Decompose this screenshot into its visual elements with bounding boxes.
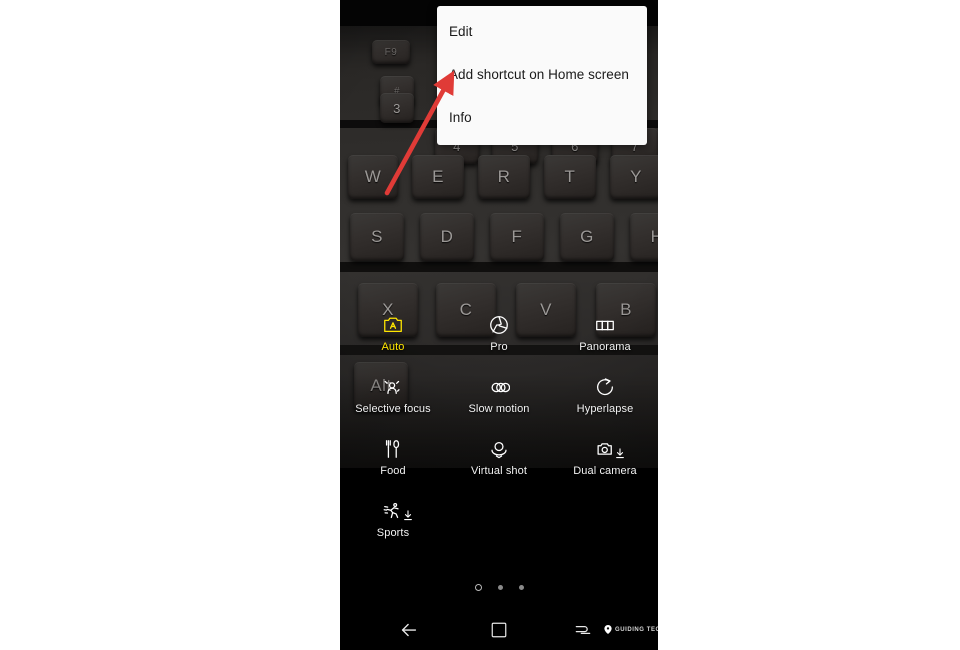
sports-icon-wrap: [382, 498, 412, 524]
camera-mode-label: Auto: [381, 341, 405, 353]
camera-mode-row: Auto Pro Panorama: [340, 300, 658, 362]
keyboard-key: F: [490, 213, 544, 261]
camera-mode-auto[interactable]: Auto: [340, 300, 446, 362]
camera-mode-label: Selective focus: [355, 403, 431, 415]
camera-mode-row: Selective focus Slow motion Hyperlapse: [340, 362, 658, 424]
virtual-shot-icon-wrap: [488, 436, 510, 462]
camera-mode-dual-camera[interactable]: Dual camera: [552, 424, 658, 486]
panorama-icon: [596, 320, 614, 331]
keyboard-key: T: [544, 155, 596, 199]
food-icon-wrap: [382, 436, 404, 462]
camera-mode-label: Hyperlapse: [576, 403, 634, 415]
slow-motion-icon-wrap: [488, 374, 510, 400]
selective-focus-icon: [384, 380, 400, 395]
phone-screen: F9 #3 4 5 6 7 W E R T Y S D F G H X C V B Alt Auto Pro Panoram…: [340, 0, 658, 650]
pagination-dot[interactable]: [518, 585, 524, 590]
hyperlapse-icon: [597, 378, 613, 396]
sports-icon: [383, 503, 399, 519]
guiding-tech-watermark: GUIDING TECH: [604, 625, 658, 634]
camera-mode-row: Sports: [340, 486, 658, 548]
keyboard-key: R: [478, 155, 530, 199]
keyboard-key: G: [560, 213, 614, 261]
camera-mode-label: Food: [380, 465, 406, 477]
pagination-dot[interactable]: [497, 585, 503, 590]
keyboard-key: W: [348, 155, 398, 199]
camera-mode-panorama[interactable]: Panorama: [552, 300, 658, 362]
menu-item-info[interactable]: Info: [437, 96, 647, 139]
camera-mode-label: Pro: [490, 341, 508, 353]
menu-item-edit[interactable]: Edit: [437, 10, 647, 53]
back-icon[interactable]: [396, 617, 422, 643]
download-icon: [404, 510, 412, 521]
camera-mode-slow-motion[interactable]: Slow motion: [446, 362, 552, 424]
food-icon: [385, 440, 400, 458]
slow-motion-icon: [491, 382, 510, 393]
keyboard-key: F9: [372, 40, 410, 64]
menu-item-add-shortcut[interactable]: Add shortcut on Home screen: [437, 53, 647, 96]
dual-camera-icon: [597, 443, 612, 455]
keyboard-key: E: [412, 155, 464, 199]
download-badge: [615, 446, 625, 464]
camera-mode-label: Sports: [376, 527, 410, 539]
virtual-shot-icon: [491, 441, 507, 459]
download-icon: [616, 448, 624, 459]
download-badge: [403, 508, 413, 526]
location-pin-icon: [604, 625, 612, 634]
camera-mode-hyperlapse[interactable]: Hyperlapse: [552, 362, 658, 424]
keyboard-key: Y: [610, 155, 658, 199]
panorama-icon-wrap: [594, 312, 616, 338]
selective-focus-icon-wrap: [382, 374, 404, 400]
home-icon[interactable]: [486, 617, 512, 643]
keyboard-key: D: [420, 213, 474, 261]
pagination-dot[interactable]: [474, 584, 482, 591]
aperture-icon-wrap: [488, 312, 510, 338]
camera-mode-selective-focus[interactable]: Selective focus: [340, 362, 446, 424]
hyperlapse-icon-wrap: [594, 374, 616, 400]
camera-auto-icon: [384, 317, 402, 333]
keyboard-chassis-gap: [340, 262, 658, 272]
camera-mode-virtual-shot[interactable]: Virtual shot: [446, 424, 552, 486]
camera-mode-label: Slow motion: [468, 403, 530, 415]
camera-mode-label: Virtual shot: [470, 465, 528, 477]
dual-camera-icon-wrap: [594, 436, 624, 462]
pagination-dots[interactable]: [340, 584, 658, 591]
watermark-label: GUIDING TECH: [615, 626, 658, 633]
camera-mode-food[interactable]: Food: [340, 424, 446, 486]
camera-mode-label: Dual camera: [573, 465, 637, 477]
camera-mode-grid: Auto Pro Panorama Selective focus Slow motio…: [340, 300, 658, 548]
context-menu-popup: Edit Add shortcut on Home screen Info: [437, 6, 647, 145]
camera-auto-icon-wrap: [382, 312, 404, 338]
screenshot-canvas: F9 #3 4 5 6 7 W E R T Y S D F G H X C V B Alt Auto Pro Panoram…: [0, 0, 960, 650]
aperture-icon: [490, 316, 508, 334]
android-navigation-bar: GUIDING TECH: [340, 608, 658, 650]
keyboard-key: S: [350, 213, 404, 261]
keyboard-key: 3: [380, 93, 414, 123]
camera-mode-sports[interactable]: Sports: [340, 486, 446, 548]
camera-mode-label: Panorama: [579, 341, 631, 353]
camera-mode-row: Food Virtual shot Dual camera: [340, 424, 658, 486]
camera-mode-pro[interactable]: Pro: [446, 300, 552, 362]
keyboard-key: H: [630, 213, 658, 261]
recents-icon[interactable]: [570, 617, 596, 643]
